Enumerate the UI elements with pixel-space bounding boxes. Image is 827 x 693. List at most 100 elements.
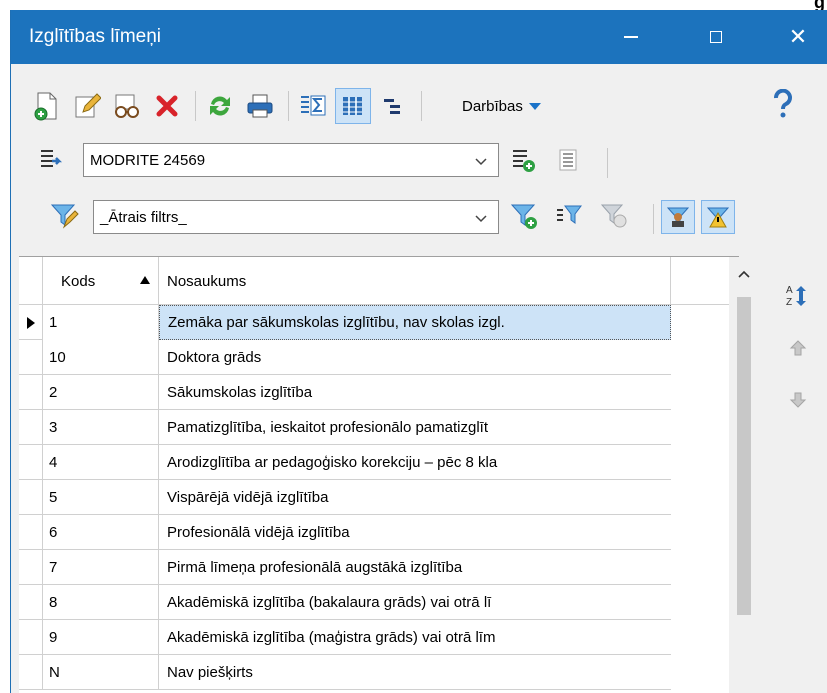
edit-button[interactable] [69, 88, 105, 124]
edit-icon [75, 93, 101, 118]
cell-name[interactable]: Pirmā līmeņa profesionālā augstākā izglī… [159, 550, 671, 585]
cell-code[interactable]: 1 [43, 305, 159, 340]
filter-add-icon [510, 204, 537, 229]
refresh-button[interactable] [202, 88, 238, 124]
cell-name[interactable]: Arodizglītība ar pedagoģisko korekciju –… [159, 445, 671, 480]
table-row[interactable]: 2 Sākumskolas izglītība [19, 375, 671, 410]
arrow-up-icon [789, 340, 807, 356]
table-row[interactable]: 6 Profesionālā vidējā izglītība [19, 515, 671, 550]
window: Izglītības līmeņi ✕ Darbības MODRITE 245… [10, 10, 827, 693]
toolbar-separator [288, 91, 289, 121]
columns-button[interactable] [335, 88, 371, 124]
row-indicator [19, 620, 43, 655]
minimize-icon [624, 36, 638, 38]
title-bar[interactable]: Izglītības līmeņi ✕ [11, 10, 827, 64]
vertical-scrollbar[interactable] [729, 257, 759, 693]
cell-code[interactable]: 2 [43, 375, 159, 410]
row-indicator [19, 340, 43, 375]
list-icon [559, 149, 577, 171]
table-row[interactable]: 5 Vispārējā vidējā izglītība [19, 480, 671, 515]
quick-filter-combo[interactable]: _Ātrais filtrs_ [93, 200, 499, 234]
tree-view-button[interactable] [375, 88, 411, 124]
filter-list-button[interactable] [551, 198, 587, 234]
cell-code[interactable]: 10 [43, 340, 159, 375]
row-indicator [19, 585, 43, 620]
sort-az-icon: AZ [786, 285, 806, 308]
columns-icon [343, 97, 362, 115]
clear-filter-button[interactable] [597, 198, 633, 234]
warning-filter-button[interactable] [701, 200, 735, 234]
table-row[interactable]: 10 Doktora grāds [19, 340, 671, 375]
delete-button[interactable] [149, 88, 185, 124]
cell-name[interactable]: Akadēmiskā izglītība (bakalaura grāds) v… [159, 585, 671, 620]
list-view-button[interactable] [551, 142, 587, 178]
column-header-code[interactable]: Kods [43, 257, 159, 305]
cell-code[interactable]: 9 [43, 620, 159, 655]
list-add-icon [513, 150, 535, 172]
warning-filter-icon [706, 207, 730, 228]
scroll-up-icon[interactable] [737, 269, 751, 279]
add-filter-button[interactable] [507, 198, 543, 234]
side-toolbar: AZ [783, 276, 813, 432]
toolbar-separator [607, 148, 608, 178]
toolbar-separator [195, 91, 196, 121]
cell-name[interactable]: Sākumskolas izglītība [159, 375, 671, 410]
cell-code[interactable]: N [43, 655, 159, 690]
delete-icon [156, 95, 178, 117]
table-row[interactable]: 3 Pamatizglītība, ieskaitot profesionālo… [19, 410, 671, 445]
minimize-button[interactable] [601, 10, 661, 64]
apply-selection-button[interactable] [33, 142, 69, 178]
cell-name[interactable]: Nav piešķirts [159, 655, 671, 690]
move-down-button[interactable] [783, 380, 813, 420]
sum-icon [301, 95, 326, 116]
view-button[interactable] [109, 88, 145, 124]
data-grid: Kods Nosaukums 1 Zemāka par sākumskolas … [19, 256, 759, 693]
close-button[interactable]: ✕ [768, 10, 827, 64]
cell-name[interactable]: Profesionālā vidējā izglītība [159, 515, 671, 550]
actions-menu[interactable]: Darbības [462, 98, 541, 115]
print-button[interactable] [242, 88, 278, 124]
record-selector-value: MODRITE 24569 [90, 151, 206, 169]
cell-name[interactable]: Akadēmiskā izglītība (maģistra grāds) va… [159, 620, 671, 655]
current-row-indicator-icon [19, 305, 43, 340]
sort-az-button[interactable]: AZ [783, 276, 813, 316]
cell-name[interactable]: Pamatizglītība, ieskaitot profesionālo p… [159, 410, 671, 445]
user-filter-button[interactable] [661, 200, 695, 234]
row-indicator [19, 410, 43, 445]
toolbar-separator [653, 204, 654, 234]
table-row[interactable]: 7 Pirmā līmeņa profesionālā augstākā izg… [19, 550, 671, 585]
scrollbar-thumb[interactable] [737, 297, 751, 615]
filter-edit-button[interactable] [47, 198, 83, 234]
table-row[interactable]: 4 Arodizglītība ar pedagoģisko korekciju… [19, 445, 671, 480]
cell-name[interactable]: Zemāka par sākumskolas izglītību, nav sk… [159, 305, 671, 340]
chevron-down-icon[interactable] [474, 211, 488, 225]
cell-code[interactable]: 6 [43, 515, 159, 550]
cell-code[interactable]: 8 [43, 585, 159, 620]
chevron-down-icon[interactable] [474, 154, 488, 168]
cell-code[interactable]: 7 [43, 550, 159, 585]
add-to-list-button[interactable] [505, 142, 541, 178]
help-button[interactable] [765, 86, 801, 122]
column-header-code-label: Kods [61, 272, 96, 290]
row-indicator [19, 515, 43, 550]
table-row[interactable]: N Nav piešķirts [19, 655, 671, 690]
arrow-down-icon [789, 392, 807, 408]
cell-code[interactable]: 5 [43, 480, 159, 515]
grid-header: Kods Nosaukums [19, 257, 741, 305]
move-up-button[interactable] [783, 328, 813, 368]
maximize-button[interactable] [686, 10, 746, 64]
toolbar-separator [421, 91, 422, 121]
table-row[interactable]: 1 Zemāka par sākumskolas izglītību, nav … [19, 305, 671, 340]
record-selector-combo[interactable]: MODRITE 24569 [83, 143, 499, 177]
new-record-icon [34, 92, 57, 121]
cell-name[interactable]: Doktora grāds [159, 340, 671, 375]
actions-menu-label: Darbības [462, 97, 523, 115]
sum-button[interactable] [295, 88, 331, 124]
table-row[interactable]: 9 Akadēmiskā izglītība (maģistra grāds) … [19, 620, 671, 655]
cell-code[interactable]: 4 [43, 445, 159, 480]
column-header-name[interactable]: Nosaukums [159, 257, 671, 305]
table-row[interactable]: 8 Akadēmiskā izglītība (bakalaura grāds)… [19, 585, 671, 620]
cell-code[interactable]: 3 [43, 410, 159, 445]
cell-name[interactable]: Vispārējā vidējā izglītība [159, 480, 671, 515]
new-record-button[interactable] [29, 88, 65, 124]
